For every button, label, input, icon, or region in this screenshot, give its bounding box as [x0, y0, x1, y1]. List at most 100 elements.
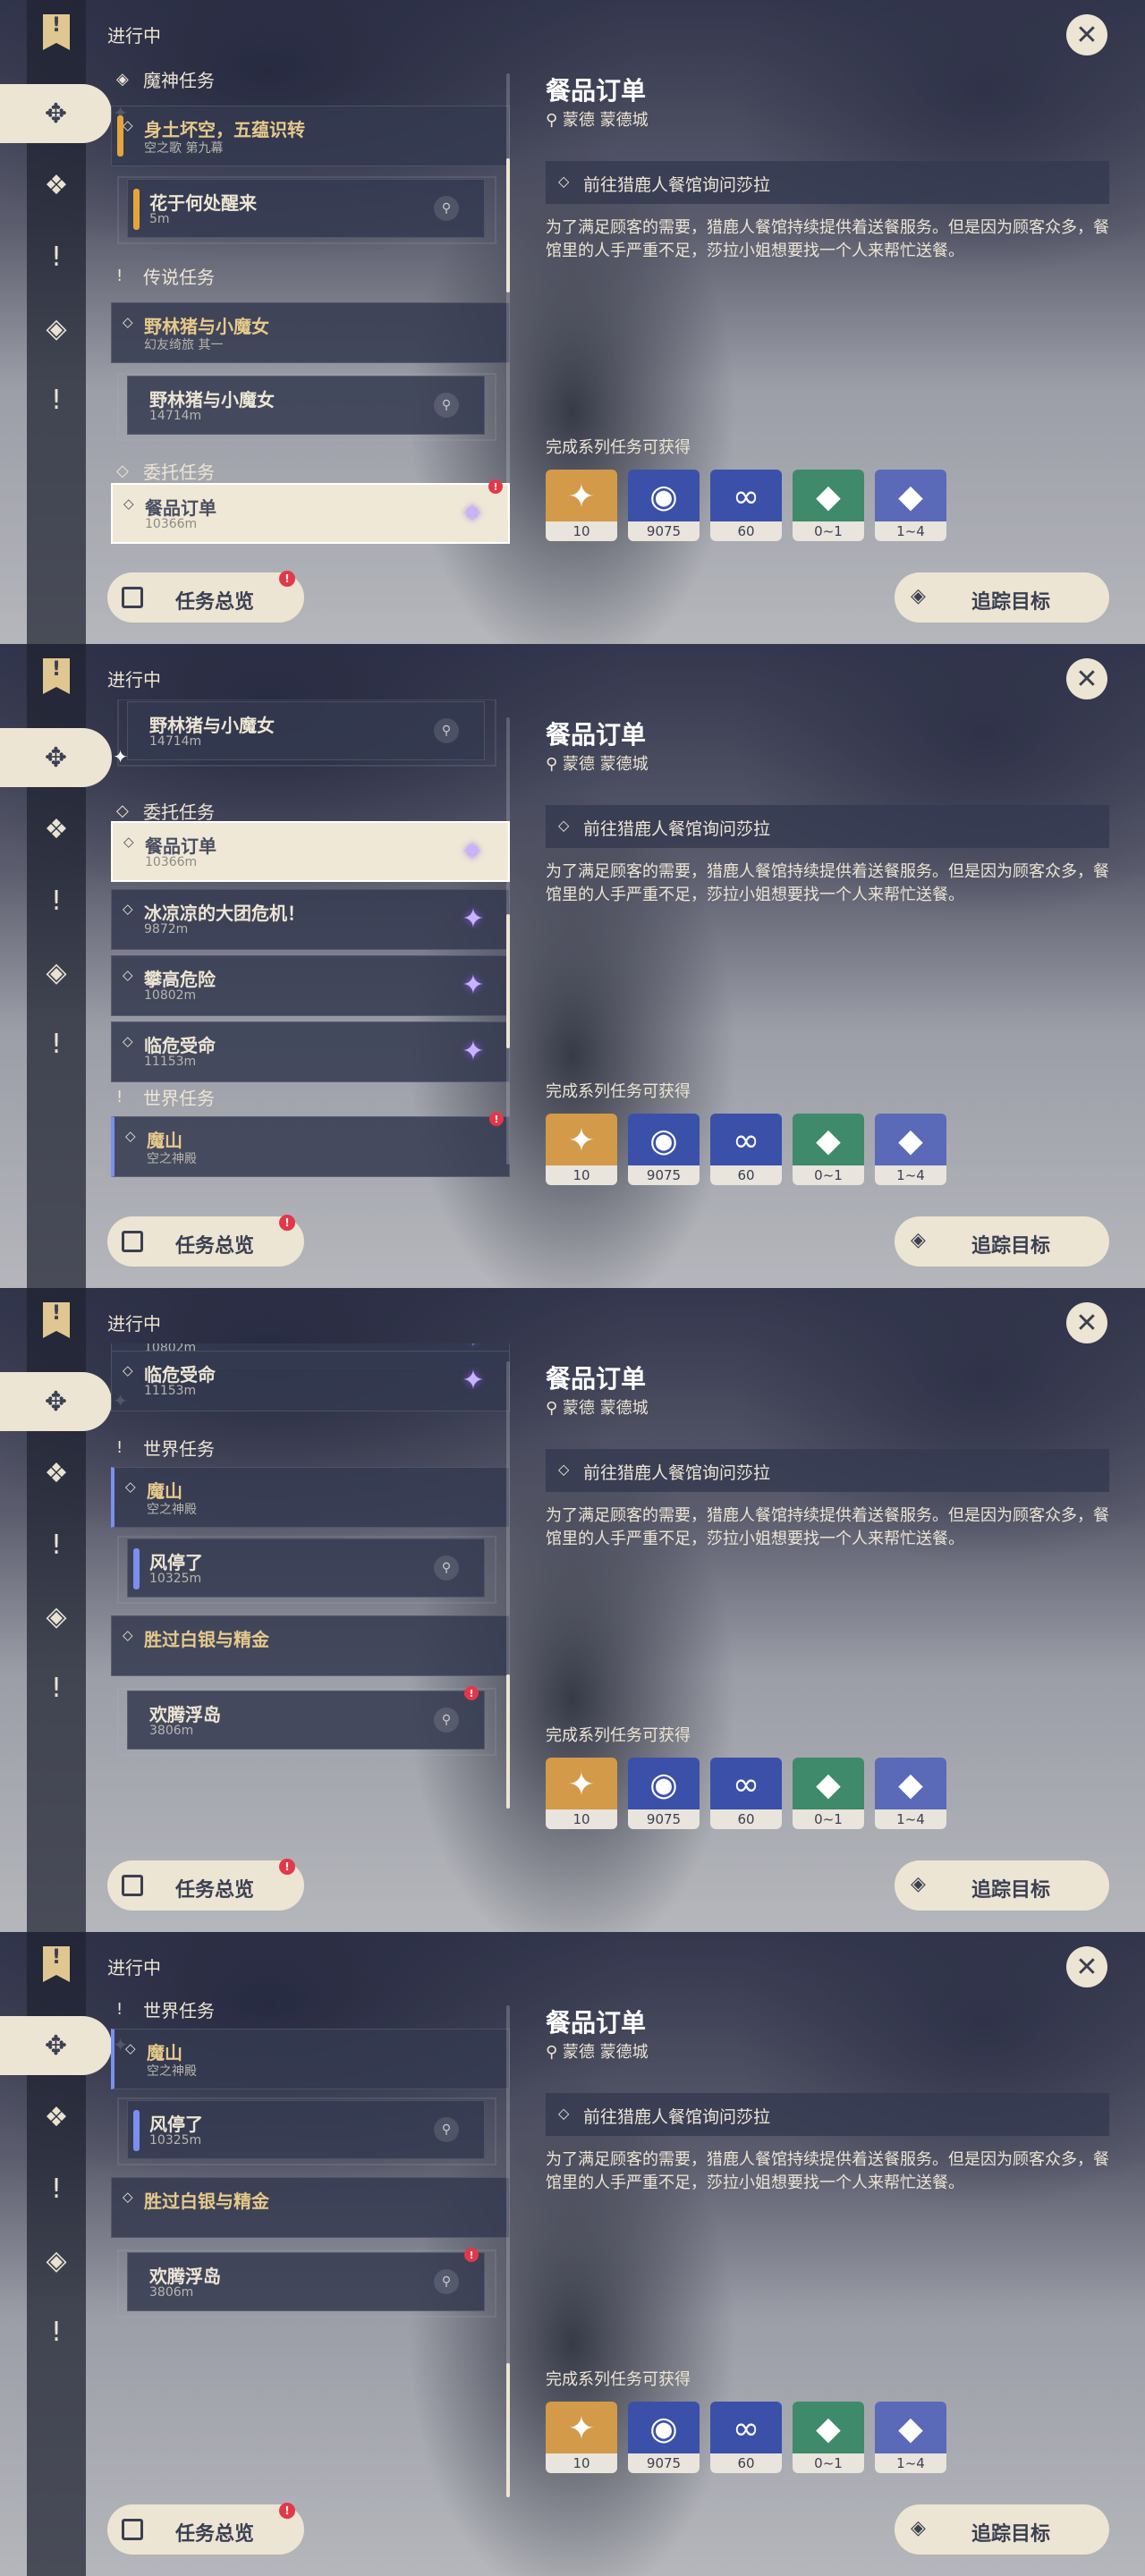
- reward-item[interactable]: ∞ 60: [710, 1114, 782, 1185]
- quest-item[interactable]: ◇ 餐品订单 10366m ✦!: [111, 479, 510, 544]
- reward-count: 9075: [628, 1165, 700, 1185]
- reward-item[interactable]: ◆ 1~4: [875, 1114, 946, 1185]
- scrollbar-thumb[interactable]: [506, 2363, 510, 2497]
- close-button[interactable]: ✕: [1066, 658, 1107, 699]
- quest-item[interactable]: ◇ 临危受命 11153m ✦: [111, 1021, 510, 1082]
- reward-item[interactable]: ◆ 1~4: [875, 2402, 946, 2473]
- quest-step-item[interactable]: 花于何处醒来 5m ⚲: [117, 176, 496, 244]
- quest-step-item[interactable]: 野林猪与小魔女 14714m ⚲: [117, 699, 496, 767]
- reward-item[interactable]: ◆ 0~1: [793, 1758, 864, 1829]
- reward-item[interactable]: ◉ 9075: [628, 1114, 700, 1185]
- sidebar-story-quests-button[interactable]: !: [27, 871, 86, 930]
- close-button[interactable]: ✕: [1066, 1946, 1107, 1987]
- quest-step-item[interactable]: 欢腾浮岛 3806m ⚲!: [117, 2248, 496, 2318]
- primogem-icon: ✦: [567, 1122, 596, 1159]
- reward-item[interactable]: ◆ 1~4: [875, 470, 946, 541]
- quest-item[interactable]: ◇ 魔山 空之神殿: [111, 1467, 510, 1528]
- navigate-pin-icon[interactable]: ⚲: [434, 2269, 459, 2294]
- close-button[interactable]: ✕: [1066, 14, 1107, 55]
- reward-item[interactable]: ∞ 60: [710, 1758, 782, 1829]
- quest-item[interactable]: ◇ 野林猪与小魔女 幻友绮旅 其一: [111, 302, 510, 363]
- reward-item[interactable]: ✦ 10: [546, 1758, 617, 1829]
- close-button[interactable]: ✕: [1066, 1302, 1107, 1343]
- track-target-button[interactable]: ◈ 追踪目标: [895, 572, 1109, 623]
- sidebar-archon-quests-button[interactable]: ❖: [27, 2088, 86, 2147]
- mora-icon: ◉: [649, 1122, 678, 1159]
- sidebar-world-quests-button[interactable]: !: [27, 1014, 86, 1073]
- sidebar-world-quests-button[interactable]: !: [27, 2302, 86, 2361]
- reward-item[interactable]: ◉ 9075: [628, 1758, 700, 1829]
- track-target-button[interactable]: ◈ 追踪目标: [895, 1216, 1109, 1267]
- quest-item[interactable]: ◇ 魔山 空之神殿: [111, 2029, 510, 2089]
- quest-item[interactable]: ◇ 攀高危险 10802m ✦: [111, 955, 510, 1016]
- sidebar-all-quests-button[interactable]: ✥✦: [0, 2016, 128, 2075]
- sidebar-commissions-button[interactable]: ◈: [27, 2231, 86, 2290]
- reward-item[interactable]: ✦ 10: [546, 2402, 617, 2473]
- reward-item[interactable]: ∞ 60: [710, 470, 782, 541]
- quest-item[interactable]: ◇ 胜过白银与精金: [111, 1615, 510, 1676]
- navigate-pin-icon[interactable]: ⚲: [434, 718, 459, 743]
- sidebar-all-quests-button[interactable]: ✥✦: [0, 1372, 128, 1431]
- quest-list-scrollbar[interactable]: [506, 1361, 510, 1809]
- quest-title: 魔山: [147, 1130, 182, 1151]
- reward-item[interactable]: ◆ 0~1: [793, 2402, 864, 2473]
- quest-summary-button[interactable]: 任务总览 !: [107, 571, 304, 623]
- commission-icon: ◈: [46, 1600, 67, 1632]
- quest-list[interactable]: ◈ 魔神任务! 传说任务 ◇ 委托任务 ◇ 身土坏空，五蕴识转 空之歌 第九幕 花于何处醒来 5m…: [100, 55, 512, 549]
- quest-step-item[interactable]: 欢腾浮岛 3806m ⚲!: [117, 1686, 496, 1756]
- quest-item[interactable]: ◇ 身土坏空，五蕴识转 空之歌 第九幕: [111, 106, 510, 166]
- quest-list-scrollbar[interactable]: [506, 2005, 510, 2497]
- navigate-pin-icon[interactable]: ⚲: [434, 1707, 459, 1733]
- reward-item[interactable]: ◉ 9075: [628, 470, 700, 541]
- quest-list[interactable]: ! 世界任务 ◇ 魔山 空之神殿 风停了 10325m ⚲ ◇ 胜过白银与精金 欢腾浮岛 3806m ⚲…: [100, 1987, 512, 2481]
- sidebar-story-quests-button[interactable]: !: [27, 2159, 86, 2218]
- objective-diamond-icon: ◇: [558, 173, 570, 190]
- sidebar-story-quests-button[interactable]: !: [27, 1515, 86, 1574]
- reward-item[interactable]: ◆ 0~1: [793, 470, 864, 541]
- sidebar-archon-quests-button[interactable]: ❖: [27, 156, 86, 215]
- sidebar-world-quests-button[interactable]: !: [27, 370, 86, 429]
- quest-step-item[interactable]: 风停了 10325m ⚲: [117, 1536, 496, 1604]
- reward-item[interactable]: ◉ 9075: [628, 2402, 700, 2473]
- sidebar-commissions-button[interactable]: ◈: [27, 299, 86, 358]
- quest-item[interactable]: ◇ 冰凉凉的大团危机！ 9872m ✦: [111, 889, 510, 950]
- scrollbar-thumb[interactable]: [506, 914, 510, 1048]
- quest-step-item[interactable]: 野林猪与小魔女 14714m ⚲: [117, 373, 496, 441]
- summary-label: 任务总览: [175, 2523, 255, 2546]
- reward-item[interactable]: ∞ 60: [710, 2402, 782, 2473]
- reward-item[interactable]: ✦ 10: [546, 470, 617, 541]
- sidebar-archon-quests-button[interactable]: ❖: [27, 1444, 86, 1503]
- quest-subtitle: 空之歌 第九幕: [144, 141, 224, 156]
- sidebar-all-quests-button[interactable]: ✥✦: [0, 728, 128, 787]
- quest-item[interactable]: ◇ 胜过白银与精金: [111, 2177, 510, 2238]
- reward-item[interactable]: ✦ 10: [546, 1114, 617, 1185]
- navigate-pin-icon[interactable]: ⚲: [434, 393, 459, 418]
- sidebar-world-quests-button[interactable]: !: [27, 1658, 86, 1717]
- quest-list-scrollbar[interactable]: [506, 717, 510, 1165]
- sidebar-all-quests-button[interactable]: ✥✦: [0, 84, 128, 143]
- quest-item[interactable]: ◇ 临危受命 11153m ✦: [111, 1351, 510, 1411]
- quest-list[interactable]: ◇ 委托任务! 世界任务 野林猪与小魔女 14714m ⚲ ◇ 餐品订单 10366m ✦ ◇ 冰凉凉…: [100, 699, 512, 1193]
- navigate-pin-icon[interactable]: ⚲: [434, 1555, 459, 1580]
- quest-list[interactable]: !世界任务◇10802m✦◇临危受命11153m✦◇魔山空之神殿风停了10325…: [100, 1343, 512, 1837]
- sidebar-archon-quests-button[interactable]: ❖: [27, 800, 86, 859]
- objective-diamond-icon: ◇: [558, 1461, 570, 1478]
- quest-summary-button[interactable]: 任务总览 !: [107, 1215, 304, 1267]
- navigate-pin-icon[interactable]: ⚲: [434, 196, 459, 221]
- scrollbar-thumb[interactable]: [506, 1674, 510, 1809]
- scrollbar-thumb[interactable]: [506, 158, 510, 292]
- quest-list-scrollbar[interactable]: [506, 73, 510, 521]
- sidebar-commissions-button[interactable]: ◈: [27, 1587, 86, 1646]
- quest-summary-button[interactable]: 任务总览 !: [107, 1859, 304, 1911]
- quest-step-item[interactable]: 风停了 10325m ⚲: [117, 2097, 496, 2165]
- sidebar-commissions-button[interactable]: ◈: [27, 943, 86, 1002]
- quest-item[interactable]: ◇ 餐品订单 10366m ✦: [111, 821, 510, 882]
- navigate-pin-icon[interactable]: ⚲: [434, 2117, 459, 2142]
- reward-item[interactable]: ◆ 0~1: [793, 1114, 864, 1185]
- quest-item[interactable]: ◇ 魔山 空之神殿!: [111, 1112, 510, 1177]
- track-target-button[interactable]: ◈ 追踪目标: [895, 2504, 1109, 2555]
- sidebar-story-quests-button[interactable]: !: [27, 227, 86, 286]
- track-target-button[interactable]: ◈ 追踪目标: [895, 1860, 1109, 1911]
- quest-summary-button[interactable]: 任务总览 !: [107, 2503, 304, 2555]
- reward-item[interactable]: ◆ 1~4: [875, 1758, 946, 1829]
